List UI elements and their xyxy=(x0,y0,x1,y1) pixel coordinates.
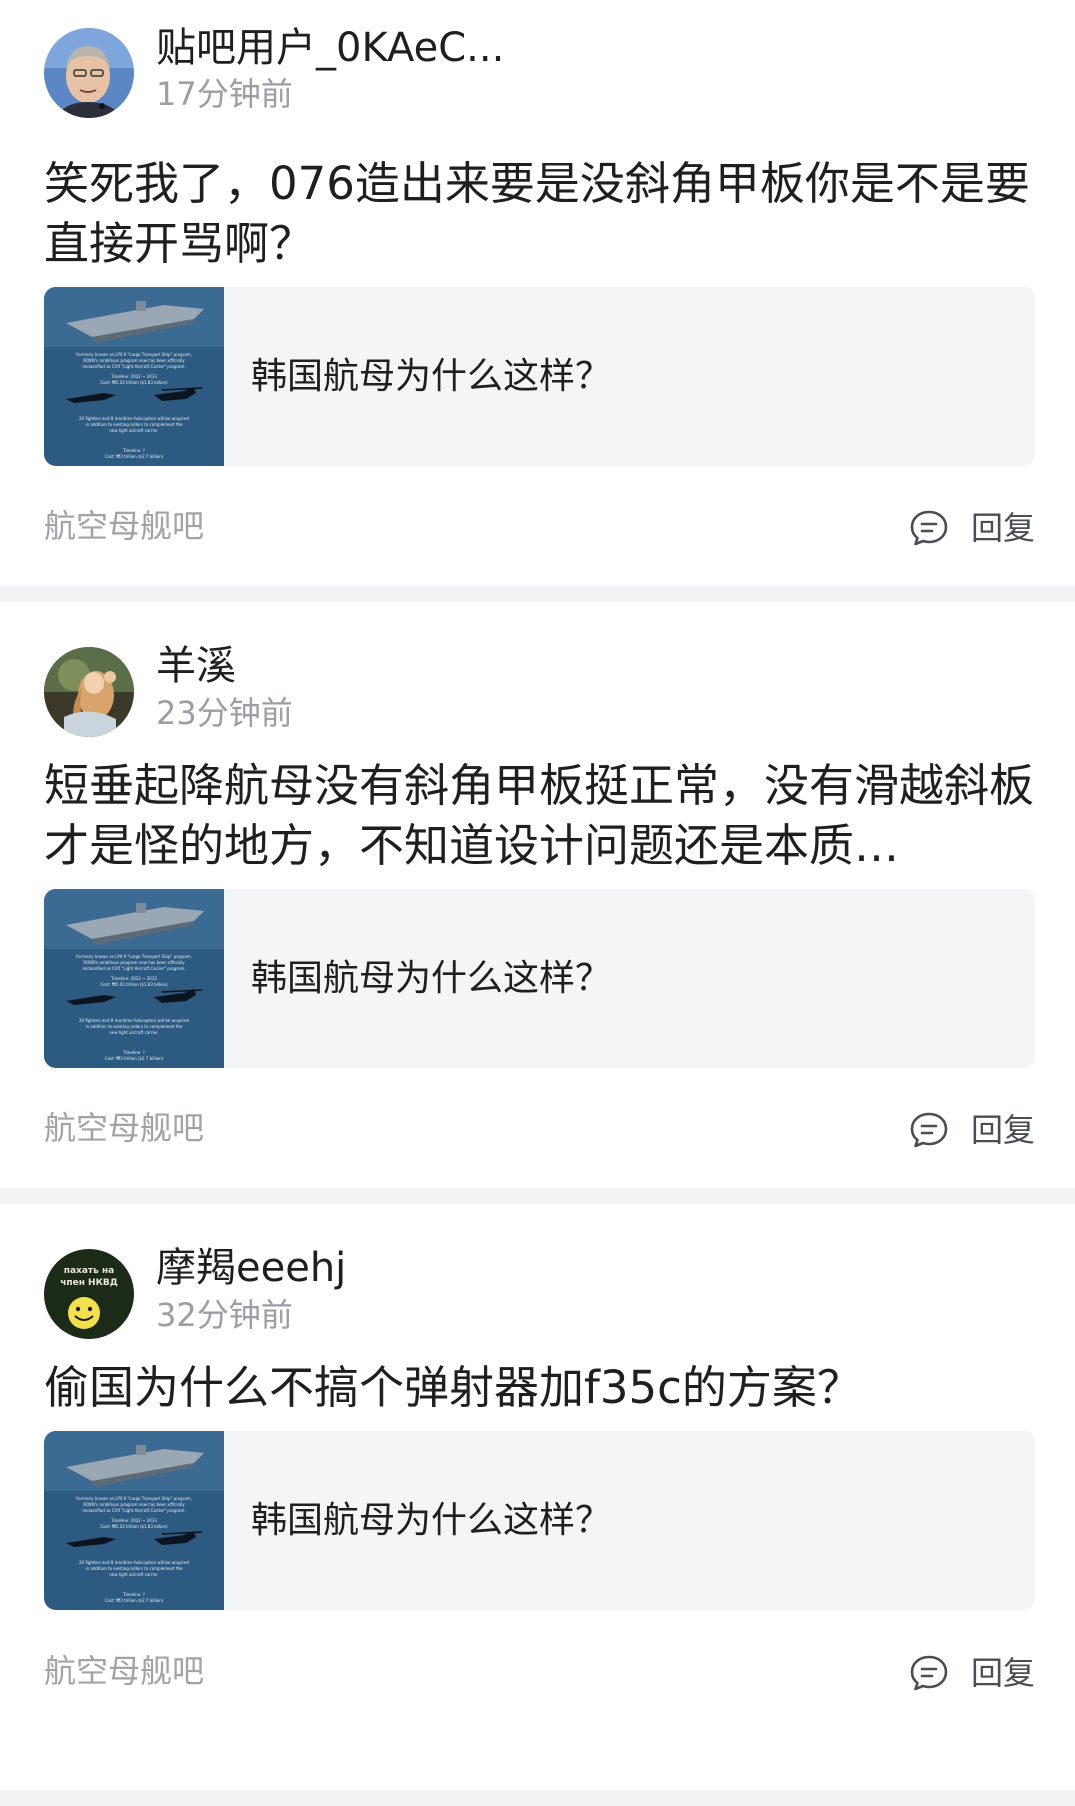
separator xyxy=(0,586,1075,602)
thumb-text: new light aircraft carrier. xyxy=(109,1030,158,1035)
reply-label: 回复 xyxy=(970,1654,1035,1692)
username[interactable]: 羊溪 xyxy=(156,642,236,690)
reply-label: 回复 xyxy=(970,1111,1035,1149)
thumb-text: reclassified as CVX "Light Aircraft Carr… xyxy=(82,966,185,971)
post-content[interactable]: 笑死我了，076造出来要是没斜角甲板你是不是要直接开骂啊？ xyxy=(44,154,1034,274)
thumb-text: Formerly known as LPX-II "Large Transpor… xyxy=(76,352,192,357)
thumb-text: ROKN's ambitious program now has been of… xyxy=(83,1502,185,1507)
thumb-text: ROKN's ambitious program now has been of… xyxy=(83,960,185,965)
thumb-text: Timeline: 2022 ~ 2033 xyxy=(110,374,157,379)
thumb-text: Cost: ₩2.03 trillion ($1.83 billion) xyxy=(100,1524,168,1529)
thumb-text: Formerly known as LPX-II "Large Transpor… xyxy=(76,1496,192,1501)
thumb-text: Cost: ₩3 trillion ($2.7 billion) xyxy=(105,1056,164,1061)
thumb-text: Timeline: 2022 ~ 2033 xyxy=(110,976,157,981)
user-avatar[interactable]: пaxaть нa чпeн НКВД xyxy=(44,1249,134,1339)
username[interactable]: 摩羯eeehj xyxy=(156,1244,346,1292)
thumb-text: in addition to existing orders to comple… xyxy=(85,1024,183,1029)
reply-button[interactable]: 回复 xyxy=(909,1108,1035,1152)
post-time: 32分钟前 xyxy=(156,1296,293,1334)
post-time: 17分钟前 xyxy=(156,75,293,113)
thumb-text: in addition to existing orders to comple… xyxy=(85,422,183,427)
user-avatar[interactable] xyxy=(44,647,134,737)
post-content[interactable]: 偷国为什么不搞个弹射器加f35c的方案？ xyxy=(44,1358,1034,1418)
post-card[interactable]: пaxaть нa чпeн НКВД 摩羯eeehj 32分钟前 偷国为什么不… xyxy=(0,1204,1075,1790)
thumb-text: reclassified as CVX "Light Aircraft Carr… xyxy=(82,1508,185,1513)
reply-button[interactable]: 回复 xyxy=(909,506,1035,550)
forum-name[interactable]: 航空母舰吧 xyxy=(44,1651,204,1691)
thumb-text: Timeline: ? xyxy=(122,1050,145,1055)
thumb-text: Timeline: ? xyxy=(122,448,145,453)
thumb-text: 20 fighters and 8 maritime helicopters w… xyxy=(79,416,189,421)
forum-name[interactable]: 航空母舰吧 xyxy=(44,1108,204,1148)
thumb-text: in addition to existing orders to comple… xyxy=(85,1566,183,1571)
thumb-text: Timeline: 2022 ~ 2033 xyxy=(110,1518,157,1523)
post-time: 23分钟前 xyxy=(156,694,293,732)
link-thumbnail: Formerly known as LPX-II "Large Transpor… xyxy=(44,1431,224,1610)
link-thumbnail: Formerly known as LPX-II "Large Transpor… xyxy=(44,287,224,466)
user-avatar[interactable] xyxy=(44,28,134,118)
thumb-text: 20 fighters and 8 maritime helicopters w… xyxy=(79,1018,189,1023)
link-card[interactable]: Formerly known as LPX-II "Large Transpor… xyxy=(44,889,1035,1068)
avatar-text: чпeн НКВД xyxy=(60,1278,118,1288)
thumb-text: Cost: ₩2.03 trillion ($1.83 billion) xyxy=(100,982,168,987)
link-card[interactable]: Formerly known as LPX-II "Large Transpor… xyxy=(44,287,1035,466)
username[interactable]: 贴吧用户_0KAeC... xyxy=(156,24,504,72)
thumb-text: Formerly known as LPX-II "Large Transpor… xyxy=(76,954,192,959)
thumb-text: Cost: ₩3 trillion ($2.7 billion) xyxy=(105,1598,164,1603)
link-card[interactable]: Formerly known as LPX-II "Large Transpor… xyxy=(44,1431,1035,1610)
separator xyxy=(0,1188,1075,1204)
link-title: 韩国航母为什么这样？ xyxy=(251,958,612,999)
link-thumbnail: Formerly known as LPX-II "Large Transpor… xyxy=(44,889,224,1068)
post-feed: 贴吧用户_0KAeC... 17分钟前 笑死我了，076造出来要是没斜角甲板你是… xyxy=(0,0,1075,1806)
avatar-text: пaxaть нa xyxy=(64,1266,115,1276)
comment-bubble-icon xyxy=(909,1653,949,1693)
thumb-text: reclassified as CVX "Light Aircraft Carr… xyxy=(82,364,185,369)
reply-label: 回复 xyxy=(970,509,1035,547)
thumb-text: Cost: ₩2.03 trillion ($1.83 billion) xyxy=(100,380,168,385)
separator xyxy=(0,1790,1075,1806)
thumb-text: new light aircraft carrier. xyxy=(109,428,158,433)
reply-button[interactable]: 回复 xyxy=(909,1651,1035,1695)
post-card[interactable]: 羊溪 23分钟前 短垂起降航母没有斜角甲板挺正常，没有滑越斜板才是怪的地方，不知… xyxy=(0,602,1075,1188)
post-card[interactable]: 贴吧用户_0KAeC... 17分钟前 笑死我了，076造出来要是没斜角甲板你是… xyxy=(0,0,1075,586)
link-title: 韩国航母为什么这样？ xyxy=(251,356,612,397)
post-content[interactable]: 短垂起降航母没有斜角甲板挺正常，没有滑越斜板才是怪的地方，不知道设计问题还是本质… xyxy=(44,756,1034,876)
thumb-text: ROKN's ambitious program now has been of… xyxy=(83,358,185,363)
link-title: 韩国航母为什么这样？ xyxy=(251,1500,612,1541)
thumb-text: 20 fighters and 8 maritime helicopters w… xyxy=(79,1560,189,1565)
thumb-text: Cost: ₩3 trillion ($2.7 billion) xyxy=(105,454,164,459)
comment-bubble-icon xyxy=(909,508,949,548)
thumb-text: new light aircraft carrier. xyxy=(109,1572,158,1577)
thumb-text: Timeline: ? xyxy=(122,1592,145,1597)
forum-name[interactable]: 航空母舰吧 xyxy=(44,506,204,546)
comment-bubble-icon xyxy=(909,1110,949,1150)
